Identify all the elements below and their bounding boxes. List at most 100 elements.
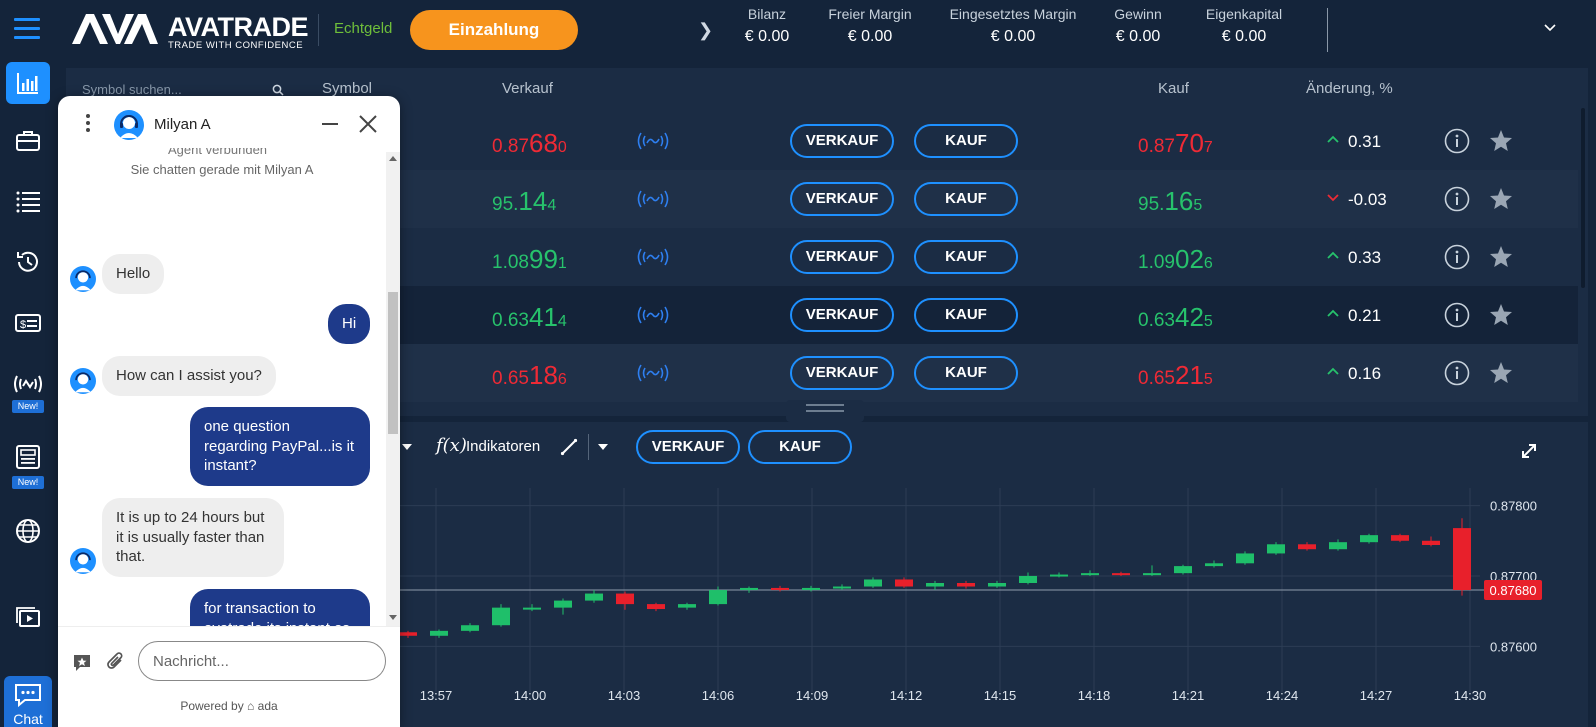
table-row[interactable]: 0.63414 VERKAUF KAUF 0.63425 0.21 — [308, 286, 1578, 344]
sell-price[interactable]: 0.87680 — [492, 128, 567, 159]
signal-wave-icon[interactable] — [636, 130, 670, 152]
chevron-right-icon[interactable]: ❯ — [698, 20, 713, 41]
buy-price[interactable]: 0.87707 — [1138, 128, 1213, 159]
indicators-button[interactable]: Indikatoren — [466, 438, 540, 455]
caret-down-icon[interactable] — [598, 444, 608, 450]
star-icon[interactable] — [1488, 186, 1514, 212]
sidebar-item-funds[interactable]: $ — [6, 302, 50, 344]
signal-wave-icon[interactable] — [636, 362, 670, 384]
sell-button[interactable]: VERKAUF — [790, 356, 894, 390]
star-chat-icon[interactable] — [72, 653, 92, 673]
signal-wave-icon[interactable] — [636, 246, 670, 268]
buy-button[interactable]: KAUF — [914, 298, 1018, 332]
sell-button[interactable]: VERKAUF — [790, 298, 894, 332]
sidebar-item-news[interactable] — [6, 436, 50, 478]
sidebar-item-global[interactable] — [6, 510, 50, 552]
chart-sell-button[interactable]: VERKAUF — [636, 430, 740, 464]
draw-line-icon[interactable] — [560, 438, 578, 456]
star-icon[interactable] — [1488, 360, 1514, 386]
sell-button[interactable]: VERKAUF — [790, 240, 894, 274]
new-badge: New! — [12, 476, 44, 489]
more-options-icon[interactable] — [86, 114, 92, 134]
arrow-down-icon — [1327, 194, 1339, 202]
table-row[interactable]: 0.87680 VERKAUF KAUF 0.87707 0.31 — [308, 112, 1578, 170]
ava-logo-mark-icon — [72, 14, 158, 44]
top-bar: AVATRADE TRADE WITH CONFIDENCE Echtgeld … — [0, 0, 1596, 60]
attachment-icon[interactable] — [106, 651, 126, 673]
sidebar-item-history[interactable] — [6, 241, 50, 283]
deposit-button[interactable]: Einzahlung — [410, 10, 578, 50]
sell-price[interactable]: 1.08991 — [492, 244, 567, 275]
chart-toolbar: f(x) Indikatoren VERKAUF KAUF — [400, 422, 1588, 482]
sell-price[interactable]: 0.65186 — [492, 360, 567, 391]
panel-resize-handle[interactable] — [786, 400, 864, 422]
signal-wave-icon[interactable] — [636, 188, 670, 210]
candle-body — [1422, 540, 1440, 545]
buy-price[interactable]: 0.63425 — [1138, 302, 1213, 333]
sell-price[interactable]: 95.144 — [492, 186, 556, 217]
chart-panel: f(x) Indikatoren VERKAUF KAUF 13:57 14:00… — [400, 422, 1588, 727]
sidebar-item-portfolio[interactable] — [6, 120, 50, 162]
minimize-icon[interactable] — [322, 123, 338, 125]
close-icon[interactable] — [358, 114, 378, 134]
buy-button[interactable]: KAUF — [914, 356, 1018, 390]
symbol-search-input[interactable]: Symbol suchen... — [82, 82, 182, 97]
sidebar-item-videos[interactable] — [6, 596, 50, 638]
column-header-symbol[interactable]: Symbol — [322, 80, 372, 97]
user-message: one question regarding PayPal...is it in… — [190, 407, 370, 486]
info-icon[interactable] — [1444, 302, 1470, 328]
buy-price[interactable]: 0.65215 — [1138, 360, 1213, 391]
info-icon[interactable] — [1444, 360, 1470, 386]
sidebar-item-charts[interactable] — [6, 62, 50, 104]
star-icon[interactable] — [1488, 244, 1514, 270]
scroll-thumb[interactable] — [388, 292, 398, 434]
table-row[interactable]: 95.144 VERKAUF KAUF 95.165 -0.03 — [308, 170, 1578, 228]
table-scrollbar[interactable] — [1580, 108, 1586, 408]
column-header-change[interactable]: Änderung, % — [1306, 80, 1393, 97]
signal-wave-icon[interactable] — [636, 304, 670, 326]
message-input[interactable] — [138, 641, 386, 681]
buy-button[interactable]: KAUF — [914, 124, 1018, 158]
candle-body — [1453, 528, 1471, 591]
buy-price[interactable]: 1.09026 — [1138, 244, 1213, 275]
candle-body — [1298, 544, 1316, 550]
column-header-sell[interactable]: Verkauf — [502, 80, 553, 97]
sell-button[interactable]: VERKAUF — [790, 182, 894, 216]
chat-tab-button[interactable]: Chat — [4, 676, 52, 727]
search-icon[interactable] — [272, 84, 284, 96]
column-header-buy[interactable]: Kauf — [1158, 80, 1189, 97]
scroll-down-icon[interactable] — [389, 615, 397, 620]
table-row[interactable]: 1.08991 VERKAUF KAUF 1.09026 0.33 — [308, 228, 1578, 286]
chat-scrollbar[interactable] — [386, 152, 400, 626]
chart-buy-button[interactable]: KAUF — [748, 430, 852, 464]
x-tick-label: 14:21 — [1172, 688, 1205, 703]
info-icon[interactable] — [1444, 128, 1470, 154]
sidebar-item-signals[interactable] — [6, 363, 50, 405]
scroll-up-icon[interactable] — [389, 156, 397, 161]
buy-button[interactable]: KAUF — [914, 240, 1018, 274]
candle-body — [833, 586, 851, 589]
brand-logo[interactable]: AVATRADE TRADE WITH CONFIDENCE — [72, 10, 312, 51]
expand-icon[interactable] — [1520, 442, 1538, 460]
chevron-down-icon[interactable] — [1544, 22, 1556, 34]
candle-body — [461, 625, 479, 631]
candlestick-chart[interactable]: 13:57 14:00 14:03 14:06 14:09 14:12 14:15 14:18… — [400, 482, 1588, 727]
buy-price[interactable]: 95.165 — [1138, 186, 1202, 217]
caret-down-icon[interactable] — [402, 444, 412, 450]
sidebar-item-list[interactable] — [6, 180, 50, 222]
info-icon[interactable] — [1444, 186, 1470, 212]
account-type-label[interactable]: Echtgeld — [334, 20, 392, 37]
sell-price[interactable]: 0.63414 — [492, 302, 567, 333]
sell-button[interactable]: VERKAUF — [790, 124, 894, 158]
star-icon[interactable] — [1488, 302, 1514, 328]
new-badge: New! — [12, 400, 44, 413]
powered-by: Powered by ⌂ ada — [58, 699, 400, 713]
price-table: Symbol Verkauf Kauf Änderung, % 0.87680 V… — [308, 68, 1588, 416]
table-row[interactable]: 0.65186 VERKAUF KAUF 0.65215 0.16 — [308, 344, 1578, 402]
menu-icon[interactable] — [14, 18, 40, 40]
candle-body — [1019, 575, 1037, 583]
star-icon[interactable] — [1488, 128, 1514, 154]
buy-button[interactable]: KAUF — [914, 182, 1018, 216]
signal-wave-icon — [14, 375, 42, 393]
info-icon[interactable] — [1444, 244, 1470, 270]
